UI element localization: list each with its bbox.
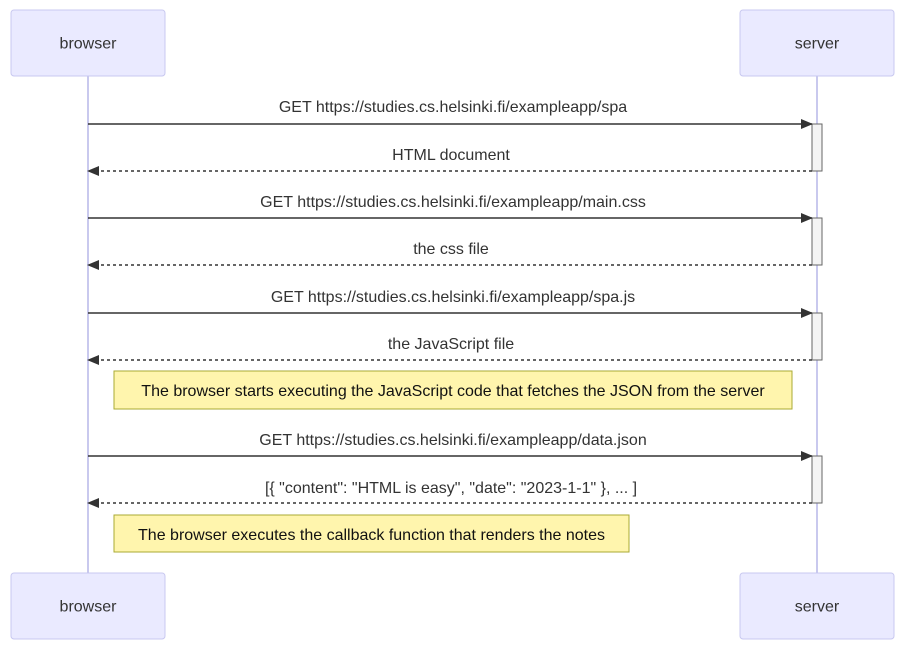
message-label: GET https://studies.cs.helsinki.fi/examp… — [279, 99, 627, 116]
message-label: HTML document — [392, 147, 510, 164]
message-get-main-css: GET https://studies.cs.helsinki.fi/examp… — [88, 194, 813, 223]
message-label: the css file — [413, 241, 489, 258]
server-activation — [811, 312, 823, 361]
message-get-data-json: GET https://studies.cs.helsinki.fi/examp… — [88, 432, 813, 461]
actor-label: server — [795, 599, 840, 616]
note-text: The browser executes the callback functi… — [138, 527, 605, 544]
sequence-diagram: browser server GET https://studies.cs.he… — [10, 9, 895, 640]
server-actor-bottom: server — [739, 572, 895, 640]
message-css-file: the css file — [87, 241, 812, 270]
browser-actor-top: browser — [10, 9, 166, 77]
actor-label: browser — [60, 36, 118, 53]
server-activation — [811, 217, 823, 266]
actor-label: server — [795, 36, 840, 53]
actor-label: browser — [60, 599, 118, 616]
server-actor-top: server — [739, 9, 895, 77]
message-label: [{ "content": "HTML is easy", "date": "2… — [265, 480, 637, 497]
message-html-document: HTML document — [87, 147, 812, 176]
note-callback-renders-notes: The browser executes the callback functi… — [113, 514, 630, 553]
message-label: the JavaScript file — [388, 336, 514, 353]
server-activation — [811, 123, 823, 172]
note-executing-javascript: The browser starts executing the JavaScr… — [113, 370, 793, 410]
browser-actor-bottom: browser — [10, 572, 166, 640]
server-activation — [811, 455, 823, 504]
message-label: GET https://studies.cs.helsinki.fi/examp… — [260, 194, 646, 211]
message-get-spa: GET https://studies.cs.helsinki.fi/examp… — [88, 99, 813, 129]
message-get-spa-js: GET https://studies.cs.helsinki.fi/examp… — [88, 289, 813, 318]
message-label: GET https://studies.cs.helsinki.fi/examp… — [259, 432, 646, 449]
message-javascript-file: the JavaScript file — [87, 336, 812, 365]
note-text: The browser starts executing the JavaScr… — [141, 383, 765, 400]
message-json-response: [{ "content": "HTML is easy", "date": "2… — [87, 480, 812, 508]
message-label: GET https://studies.cs.helsinki.fi/examp… — [271, 289, 635, 306]
